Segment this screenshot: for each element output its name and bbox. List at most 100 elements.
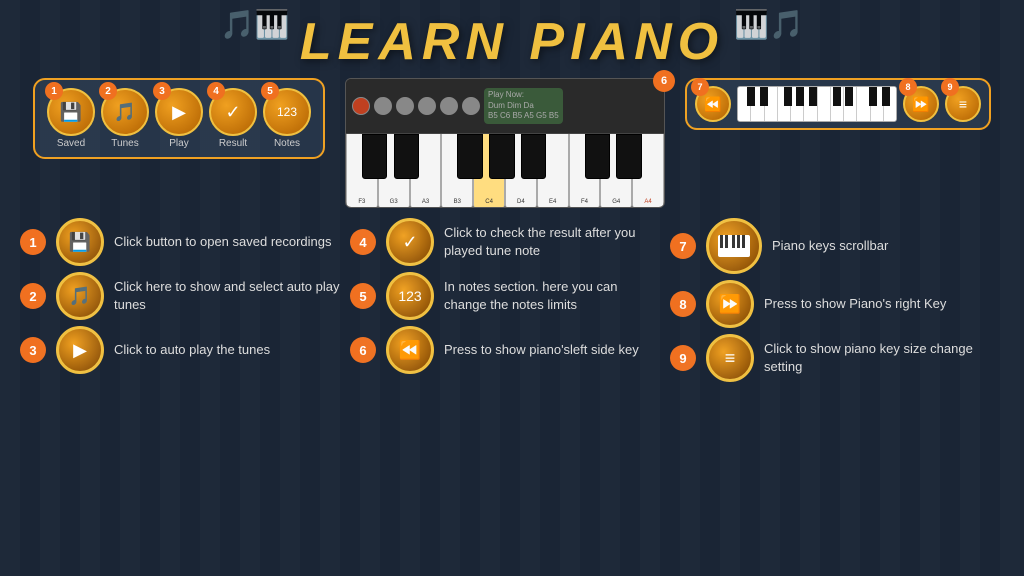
info-item-2: 2 🎵 Click here to show and select auto p… [20,272,340,320]
result-large-icon: ✓ [402,232,417,253]
menu-btn-large[interactable]: ≡ [706,334,754,382]
info-item-5: 5 123 In notes section. here you can cha… [350,272,660,320]
info-text-8: Press to show Piano's right Key [764,295,946,313]
tunes-btn-large[interactable]: 🎵 [56,272,104,320]
info-text-4: Click to check the result after you play… [444,224,660,259]
forward-btn-large[interactable]: ⏩ [706,280,754,328]
result-btn-large[interactable]: ✓ [386,218,434,266]
saved-btn-large[interactable]: 💾 [56,218,104,266]
page-title: LEARN PIANO [0,12,1024,72]
info-item-4: 4 ✓ Click to check the result after you … [350,218,660,266]
tunes-large-icon: 🎵 [69,286,91,307]
play-btn-large[interactable]: ▶ [56,326,104,374]
info-text-7: Piano keys scrollbar [772,237,888,255]
badge-2: 2 [99,82,117,100]
play-large-icon: ▶ [73,340,87,361]
info-item-1: 1 💾 Click button to open saved recording… [20,218,340,266]
menu-large-icon: ≡ [725,348,736,369]
forward-large-icon: ⏩ [719,294,741,315]
music-note-left-icon: 🎵🎹 [220,8,290,41]
toolbar-btn-saved[interactable]: 1 💾 [47,88,95,136]
piano-scroll-large-icon [718,235,750,257]
saved-icon: 💾 [60,102,82,123]
bottom-content: 1 💾 Click button to open saved recording… [0,208,1024,382]
rewind-large-icon: ⏪ [399,340,421,361]
badge-9-wrap: 9 ≡ [945,86,981,122]
white-key-e4[interactable]: E4 [537,134,569,208]
piano-mockup-container: Play Now:Dum Dim DaB5 C6 B5 A5 G5 B5 F3 … [345,78,665,208]
white-key-g4[interactable]: G4 [600,134,632,208]
info-text-6: Press to show piano'sleft side key [444,341,639,359]
white-key-a3[interactable]: A3 [410,134,442,208]
badge-1-left: 1 [20,229,46,255]
info-text-9: Click to show piano key size change sett… [764,340,1004,375]
play-now-info: Play Now:Dum Dim DaB5 C6 B5 A5 G5 B5 [484,88,563,123]
top-section: 1 💾 Saved 2 🎵 Tunes 3 ▶ Play [0,78,1024,208]
info-text-3: Click to auto play the tunes [114,341,270,359]
white-key-a4[interactable]: A4 [632,134,664,208]
middle-column: 4 ✓ Click to check the result after you … [350,218,660,382]
white-key-c4[interactable]: C4 [473,134,505,208]
tunes-label: Tunes [111,138,138,149]
piano-scroll-btn-large[interactable] [706,218,762,274]
right-piano-box: 7 ⏪ [685,78,991,130]
notes-btn-large[interactable]: 123 [386,272,434,320]
badge-5: 5 [261,82,279,100]
rewind-btn-large[interactable]: ⏪ [386,326,434,374]
white-key-d4[interactable]: D4 [505,134,537,208]
badge-2-left: 2 [20,283,46,309]
toolbar-btn-play-wrap: 3 ▶ Play [155,88,203,149]
toolbar-btn-tunes-wrap: 2 🎵 Tunes [101,88,149,149]
toolbar-btn-result[interactable]: 4 ✓ [209,88,257,136]
badge-5-mid: 5 [350,283,376,309]
badge-7: 7 [691,78,709,96]
info-item-9: 9 ≡ Click to show piano key size change … [670,334,1004,382]
badge-7-right: 7 [670,233,696,259]
badge-4: 4 [207,82,225,100]
info-text-1: Click button to open saved recordings [114,233,332,251]
toolbar-btn-saved-wrap: 1 💾 Saved [47,88,95,149]
toolbar-box: 1 💾 Saved 2 🎵 Tunes 3 ▶ Play [33,78,325,159]
badge-9-right: 9 [670,345,696,371]
badge-6-piano: 6 [653,70,675,92]
piano-keys-area: F3 G3 A3 B3 C4 D4 E4 F4 G4 A4 [346,134,664,208]
music-note-right-icon: 🎹🎵 [734,8,804,41]
toolbar-buttons: 1 💾 Saved 2 🎵 Tunes 3 ▶ Play [47,88,311,149]
play-label: Play [169,138,188,149]
toolbar-btn-notes-wrap: 5 123 Notes [263,88,311,149]
info-item-3: 3 ▶ Click to auto play the tunes [20,326,340,374]
tunes-icon: 🎵 [114,102,136,123]
info-text-2: Click here to show and select auto play … [114,278,340,313]
left-column: 1 💾 Click button to open saved recording… [20,218,340,382]
toolbar-btn-tunes[interactable]: 2 🎵 [101,88,149,136]
info-item-6: 6 ⏪ Press to show piano'sleft side key [350,326,660,374]
rewind-left-icon: ⏪ [704,96,721,113]
play-icon: ▶ [172,102,186,123]
result-label: Result [219,138,247,149]
badge-6-mid: 6 [350,337,376,363]
info-item-7: 7 Piano keys scrollbar [670,218,1004,274]
white-key-g3[interactable]: G3 [378,134,410,208]
white-key-b3[interactable]: B3 [441,134,473,208]
notes-label: Notes [274,138,300,149]
toolbar-btn-notes[interactable]: 5 123 [263,88,311,136]
piano-top-bar: Play Now:Dum Dim DaB5 C6 B5 A5 G5 B5 [346,79,664,134]
white-key-f4[interactable]: F4 [569,134,601,208]
badge-8: 8 [899,78,917,96]
saved-label: Saved [57,138,85,149]
menu-icon: ≡ [959,96,967,112]
white-key-f3[interactable]: F3 [346,134,378,208]
notes-large-icon: 123 [398,288,421,304]
info-text-5: In notes section. here you can change th… [444,278,660,313]
notes-icon: 123 [277,105,297,119]
title-area: 🎵🎹 LEARN PIANO 🎹🎵 [0,0,1024,78]
piano-scroll-bar [737,86,897,122]
badge-9: 9 [941,78,959,96]
forward-right-icon: ⏩ [912,96,929,113]
badge-7-wrap: 7 ⏪ [695,86,731,122]
badge-8-wrap: 8 ⏩ [903,86,939,122]
toolbar-btn-play[interactable]: 3 ▶ [155,88,203,136]
badge-3: 3 [153,82,171,100]
result-icon: ✓ [225,102,240,123]
toolbar-btn-result-wrap: 4 ✓ Result [209,88,257,149]
